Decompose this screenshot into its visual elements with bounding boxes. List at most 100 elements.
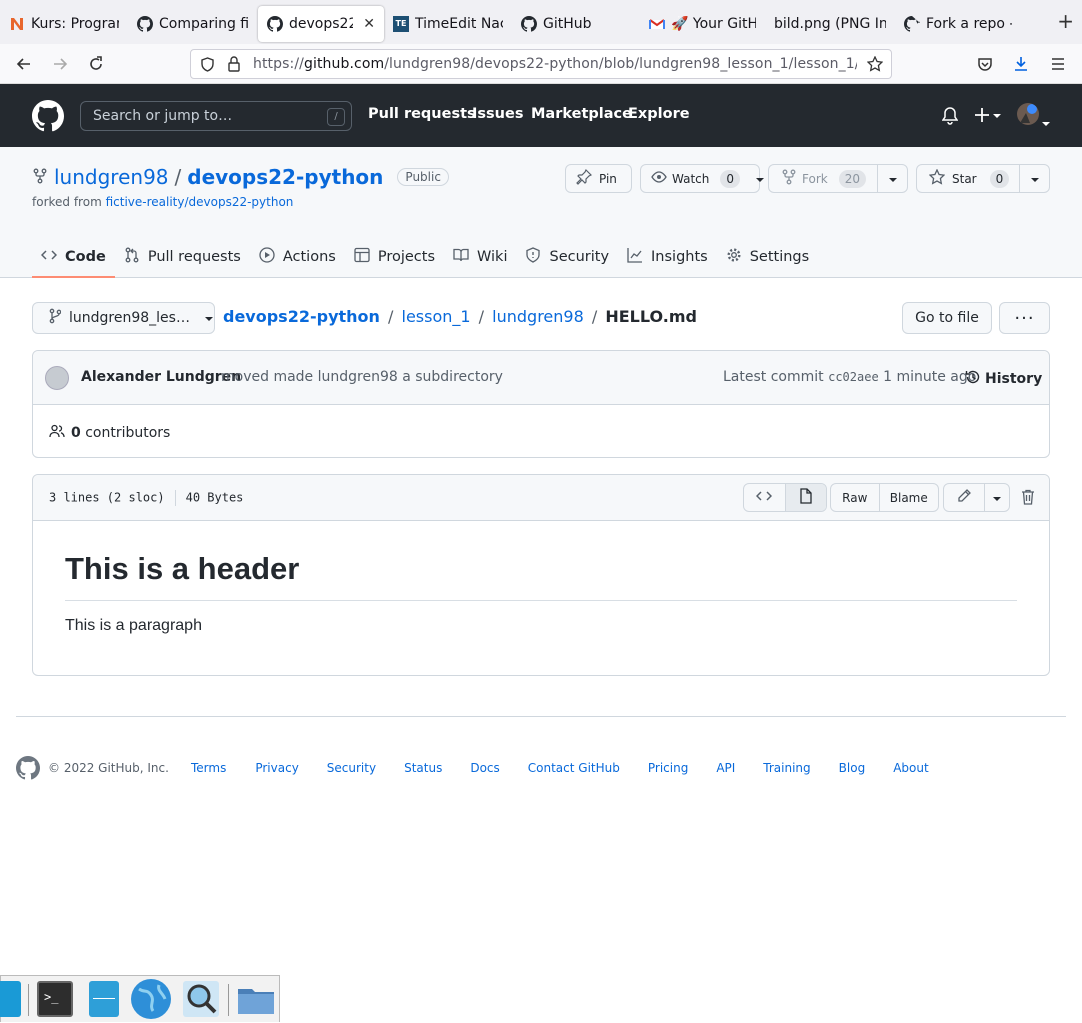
fork-button[interactable]: Fork 20 [768,164,908,193]
star-button[interactable]: Star 0 [916,164,1050,193]
more-options-button[interactable]: ··· [999,302,1050,334]
branch-selector-button[interactable]: lundgren98_les… [32,302,215,334]
new-tab-icon[interactable]: + [1057,11,1074,31]
nav-pull-requests[interactable]: Pull requests [368,106,476,122]
create-new-plus-icon[interactable] [974,106,1004,128]
footer-link-pricing[interactable]: Pricing [648,761,688,775]
browser-tab-bild[interactable]: bild.png (PNG In [765,6,895,42]
web-browser-globe-icon[interactable] [131,979,171,1019]
browser-tab-comparing[interactable]: Comparing fi [128,6,258,42]
contributors[interactable]: 0 contributors [49,423,170,443]
forward-icon[interactable] [49,53,71,75]
tab-settings[interactable]: Settings [717,237,818,277]
breadcrumb-repo[interactable]: devops22-python [223,307,380,326]
notification-bell-icon[interactable] [941,107,959,129]
reload-icon[interactable] [85,53,107,75]
footer-link-status[interactable]: Status [404,761,442,775]
github-logo-icon[interactable] [32,100,65,136]
footer-link-docs[interactable]: Docs [470,761,499,775]
app-launcher-icon[interactable] [0,981,21,1017]
tab-insights[interactable]: Insights [618,237,717,277]
edit-dropdown-button[interactable] [984,484,1009,511]
watch-button[interactable]: Watch 0 [640,164,764,193]
file-cabinet-icon[interactable] [89,981,119,1017]
n-logo-icon [9,16,25,32]
book-icon [453,247,469,267]
file-info: 3 lines (2 sloc) 40 Bytes [49,490,243,506]
downloads-icon[interactable] [1010,53,1032,75]
footer-link-terms[interactable]: Terms [191,761,226,775]
tab-actions[interactable]: Actions [250,237,345,277]
browser-tab-github[interactable]: GitHub [512,6,640,42]
browser-tab-kurs[interactable]: Kurs: Program [0,6,128,42]
close-tab-icon[interactable]: ✕ [363,16,375,32]
breadcrumb-separator: / [591,307,598,326]
nav-issues[interactable]: Issues [472,106,523,122]
browser-tab-gmail[interactable]: 🚀 Your GitHu [640,6,765,42]
tab-pull-requests[interactable]: Pull requests [115,237,250,277]
tab-wiki[interactable]: Wiki [444,237,516,277]
star-icon [928,168,946,188]
repo-forked-icon [32,165,48,189]
commit-sha[interactable]: cc02aee [828,370,879,384]
edit-button[interactable] [944,484,984,511]
avatar-dropdown-caret-icon[interactable] [1041,112,1051,131]
star-dropdown[interactable] [1019,165,1049,192]
blame-button[interactable]: Blame [878,484,938,511]
browser-tab-timeedit[interactable]: TE TimeEdit Nac [384,6,512,42]
footer-link-privacy[interactable]: Privacy [255,761,298,775]
breadcrumb-lundgren98[interactable]: lundgren98 [492,307,584,326]
markdown-paragraph: This is a paragraph [65,617,202,634]
branch-icon [49,308,62,328]
author-avatar[interactable] [45,366,69,390]
browser-tab-fork[interactable]: Fork a repo - [895,6,1021,42]
repo-name-link[interactable]: devops22-python [187,165,383,189]
browser-tab-devops22[interactable]: devops22-p ✕ [258,6,384,42]
url-bar[interactable]: https://github.com/lundgren98/devops22-p… [190,49,892,79]
footer-link-about[interactable]: About [893,761,928,775]
fork-icon [781,169,797,188]
pin-button[interactable]: Pin [565,164,632,193]
tab-security[interactable]: Security [516,237,618,277]
footer-divider [16,716,1066,717]
commit-message[interactable]: moved made lundgren98 a subdirectory [221,369,503,385]
back-icon[interactable] [13,53,35,75]
bookmark-star-icon[interactable] [866,55,884,76]
footer-link-contact[interactable]: Contact GitHub [528,761,620,775]
folder-icon[interactable] [236,981,276,1017]
user-avatar[interactable] [1017,103,1039,125]
tab-code[interactable]: Code [32,237,115,278]
github-footer-logo-icon[interactable] [16,756,41,784]
menu-icon[interactable] [1047,53,1069,75]
table-icon [354,247,370,267]
terminal-icon[interactable]: >_ [37,981,73,1017]
fork-dropdown[interactable] [877,165,907,192]
footer-link-security[interactable]: Security [327,761,376,775]
search-magnifier-icon[interactable] [183,981,219,1017]
history-link[interactable]: History [965,369,1042,389]
tab-projects[interactable]: Projects [345,237,444,277]
nav-explore[interactable]: Explore [628,106,690,122]
lock-icon[interactable] [227,56,241,76]
shield-icon[interactable] [200,57,215,76]
markdown-body: This is a header This is a paragraph [65,525,1017,635]
footer-link-api[interactable]: API [716,761,735,775]
url-text[interactable]: https://github.com/lundgren98/devops22-p… [253,56,857,72]
go-to-file-button[interactable]: Go to file [902,302,992,334]
pocket-icon[interactable] [974,53,996,75]
trash-icon[interactable] [1021,489,1035,509]
latest-commit-box: Alexander Lundgren moved made lundgren98… [32,350,1050,458]
repo-owner-link[interactable]: lundgren98 [54,165,169,189]
forked-from-link[interactable]: fictive-reality/devops22-python [106,195,294,209]
display-rendered-button[interactable] [784,484,826,511]
nav-marketplace[interactable]: Marketplace [531,106,632,122]
footer-link-training[interactable]: Training [763,761,810,775]
breadcrumb-lesson-1[interactable]: lesson_1 [402,307,471,326]
commit-author[interactable]: Alexander Lundgren [81,369,241,385]
raw-button[interactable]: Raw [831,484,879,511]
display-source-button[interactable] [744,484,785,511]
github-search-input[interactable]: Search or jump to… / [80,101,352,131]
file-viewer: 3 lines (2 sloc) 40 Bytes Raw Blame This… [32,474,1050,676]
graph-icon [627,247,643,267]
footer-link-blog[interactable]: Blog [839,761,866,775]
